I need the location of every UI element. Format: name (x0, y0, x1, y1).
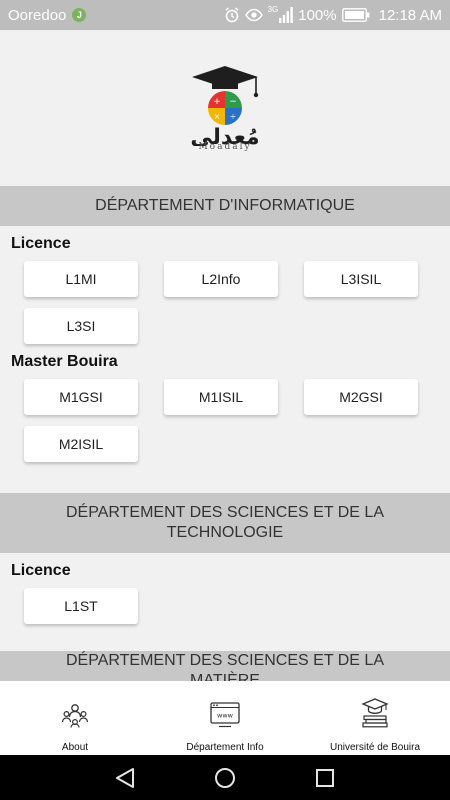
level-button-m2gsi[interactable]: M2GSI (304, 379, 418, 415)
level-button-l3isil[interactable]: L3ISIL (304, 261, 418, 297)
level-button-l1st[interactable]: L1ST (24, 588, 138, 624)
graduation-books-icon (361, 698, 389, 728)
network-type: 3G (267, 4, 279, 14)
level-button-m2isil[interactable]: M2ISIL (24, 426, 138, 462)
battery-icon (341, 8, 370, 22)
moadaly-logo-icon: + − × ÷ مُعدلي (190, 66, 260, 146)
level-button-l3si[interactable]: L3SI (24, 308, 138, 344)
svg-text:÷: ÷ (230, 112, 237, 121)
level-button-m1isil[interactable]: M1ISIL (164, 379, 278, 415)
level-button-l1mi[interactable]: L1MI (24, 261, 138, 297)
recents-icon[interactable] (314, 767, 336, 789)
group-title-master-bouira: Master Bouira (11, 353, 118, 370)
master-buttons: M1GSI M1ISIL M2GSI M2ISIL (0, 379, 450, 462)
signal-icon (279, 7, 294, 23)
status-bar: Ooredoo J 3G 100% 12:18 AM (0, 0, 450, 30)
logo-caption: Moadaly (198, 142, 252, 152)
svg-text:−: − (229, 97, 237, 107)
carrier-badge-icon: J (72, 8, 87, 22)
svg-text:www: www (217, 712, 234, 720)
carrier-name: Ooredoo (8, 6, 67, 24)
alarm-icon (225, 7, 239, 23)
svg-text:×: × (214, 112, 221, 121)
level-button-m1gsi[interactable]: M1GSI (24, 379, 138, 415)
home-icon[interactable] (214, 767, 236, 789)
group-title-licence: Licence (11, 235, 71, 252)
nav-item-universite-bouira[interactable]: Université de Bouira (300, 681, 450, 755)
main-content[interactable]: + − × ÷ مُعدلي Moadaly DÉPARTEMENT D'INF… (0, 30, 450, 681)
bottom-navigation: About www Département Info Université de… (0, 681, 450, 755)
nav-label-departement-info: Département Info (186, 742, 264, 753)
licence-st-buttons: L1ST (0, 588, 450, 624)
back-icon[interactable] (114, 767, 136, 789)
system-navigation-bar (0, 755, 450, 800)
department-header-sciences-technologie: DÉPARTEMENT DES SCIENCES ET DE LA TECHNO… (0, 493, 450, 553)
nav-item-about[interactable]: About (0, 681, 150, 755)
nav-item-departement-info[interactable]: www Département Info (150, 681, 300, 755)
eye-icon (244, 8, 263, 22)
department-header-informatique: DÉPARTEMENT D'INFORMATIQUE (0, 186, 450, 226)
team-icon (61, 704, 89, 728)
group-title-licence-st: Licence (11, 562, 71, 579)
nav-label-about: About (61, 742, 89, 753)
website-icon: www (210, 702, 240, 728)
nav-label-universite-bouira: Université de Bouira (329, 742, 421, 753)
svg-text:+: + (213, 97, 221, 107)
licence-buttons: L1MI L2Info L3ISIL L3SI (0, 261, 450, 344)
app-logo: + − × ÷ مُعدلي Moadaly (0, 30, 450, 186)
department-header-sciences-matiere: DÉPARTEMENT DES SCIENCES ET DE LA MATIÈR… (0, 651, 450, 681)
level-button-l2info[interactable]: L2Info (164, 261, 278, 297)
battery-percent: 100% (298, 6, 337, 24)
clock: 12:18 AM (378, 6, 442, 24)
